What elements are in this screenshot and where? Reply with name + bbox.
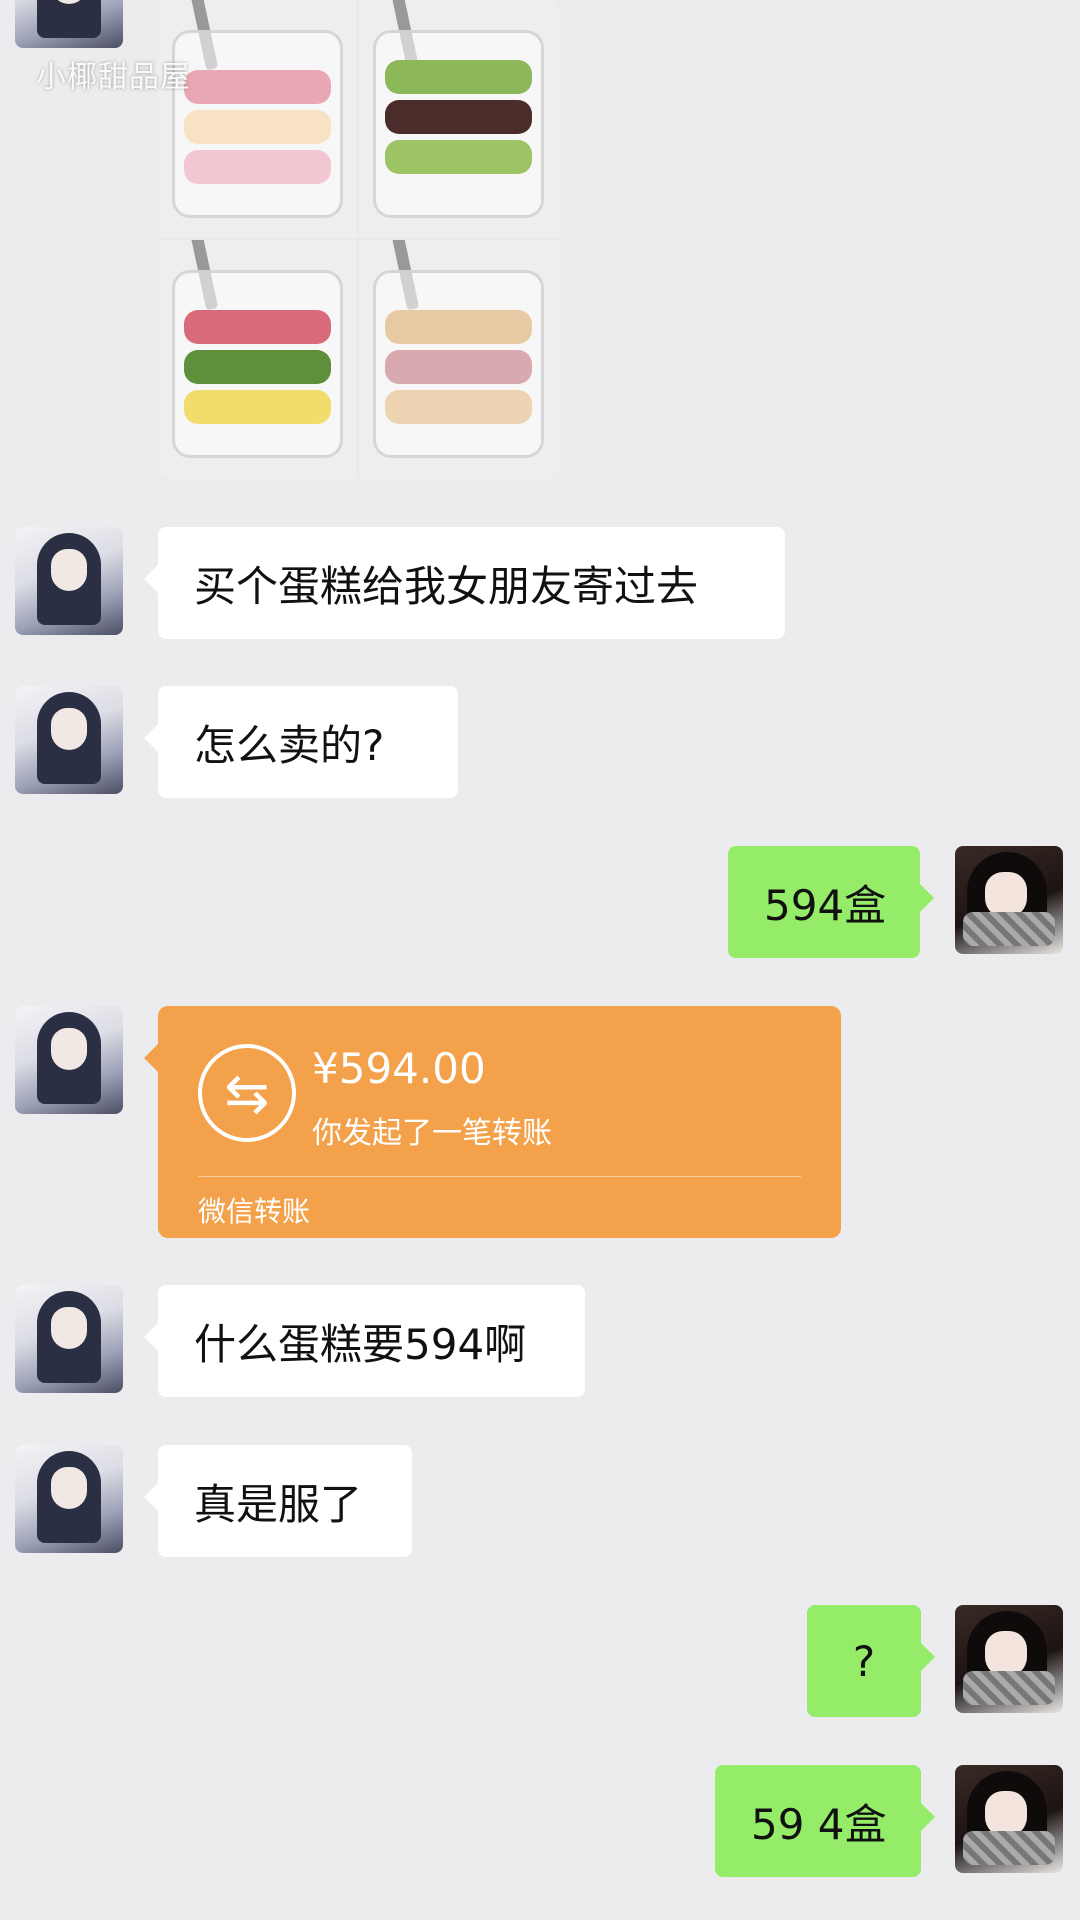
contact-avatar[interactable] bbox=[15, 1285, 123, 1393]
message-text: 买个蛋糕给我女朋友寄过去 bbox=[194, 561, 699, 611]
cake-photo-matcha bbox=[359, 0, 558, 238]
avatar-scarf bbox=[963, 1831, 1055, 1865]
message-bubble-self[interactable]: ? bbox=[807, 1605, 935, 1717]
cake-layer bbox=[184, 150, 331, 184]
transfer-footer: 微信转账 bbox=[198, 1195, 311, 1228]
avatar-scarf bbox=[963, 912, 1055, 946]
message-bubble-self[interactable]: 59 4盒 bbox=[715, 1765, 935, 1877]
avatar-face bbox=[51, 549, 87, 591]
cake-layer bbox=[385, 100, 532, 134]
cake-layer bbox=[184, 390, 331, 424]
avatar-face bbox=[51, 1467, 87, 1509]
cake-layer bbox=[184, 350, 331, 384]
cake-layer bbox=[385, 390, 532, 424]
transfer-arrows-icon: ⇆ bbox=[198, 1044, 296, 1142]
contact-avatar[interactable] bbox=[15, 527, 123, 635]
message-text: 真是服了 bbox=[194, 1479, 363, 1529]
cake-photo-strawberry bbox=[158, 0, 357, 238]
avatar-face bbox=[51, 708, 87, 750]
message-text: ? bbox=[852, 1636, 876, 1686]
cake-layer bbox=[184, 310, 331, 344]
cake-layer bbox=[184, 70, 331, 104]
avatar-scarf bbox=[963, 1671, 1055, 1705]
cake-photo-message[interactable] bbox=[158, 0, 558, 478]
avatar-hair bbox=[37, 0, 101, 38]
avatar-face bbox=[51, 1028, 87, 1070]
cake-layer bbox=[385, 60, 532, 94]
message-bubble[interactable]: 真是服了 bbox=[144, 1445, 412, 1557]
message-text: 怎么卖的? bbox=[194, 720, 385, 770]
message-text: 594盒 bbox=[764, 880, 887, 930]
message-text: 什么蛋糕要594啊 bbox=[194, 1319, 527, 1369]
self-avatar[interactable] bbox=[955, 846, 1063, 954]
cake-photo-taro bbox=[359, 240, 558, 478]
message-bubble[interactable]: 什么蛋糕要594啊 bbox=[144, 1285, 585, 1397]
cake-photo-mixed bbox=[158, 240, 357, 478]
self-avatar[interactable] bbox=[955, 1605, 1063, 1713]
message-bubble[interactable]: 怎么卖的? bbox=[144, 686, 458, 798]
message-bubble-self[interactable]: 594盒 bbox=[728, 846, 934, 958]
cake-layer bbox=[184, 110, 331, 144]
contact-avatar[interactable] bbox=[15, 0, 123, 48]
watermark: 小椰甜品屋 bbox=[36, 60, 191, 95]
contact-avatar[interactable] bbox=[15, 686, 123, 794]
transfer-divider bbox=[198, 1176, 801, 1177]
transfer-description: 你发起了一笔转账 bbox=[312, 1116, 552, 1151]
self-avatar[interactable] bbox=[955, 1765, 1063, 1873]
cake-layer bbox=[385, 140, 532, 174]
cake-layer bbox=[385, 350, 532, 384]
message-text: 59 4盒 bbox=[751, 1799, 887, 1849]
cake-layer bbox=[385, 310, 532, 344]
wechat-transfer-card[interactable]: ⇆ ¥594.00 你发起了一笔转账 微信转账 bbox=[144, 1006, 841, 1238]
transfer-amount: ¥594.00 bbox=[312, 1044, 486, 1093]
contact-avatar[interactable] bbox=[15, 1445, 123, 1553]
avatar-face bbox=[51, 1307, 87, 1349]
contact-avatar[interactable] bbox=[15, 1006, 123, 1114]
message-bubble[interactable]: 买个蛋糕给我女朋友寄过去 bbox=[144, 527, 785, 639]
